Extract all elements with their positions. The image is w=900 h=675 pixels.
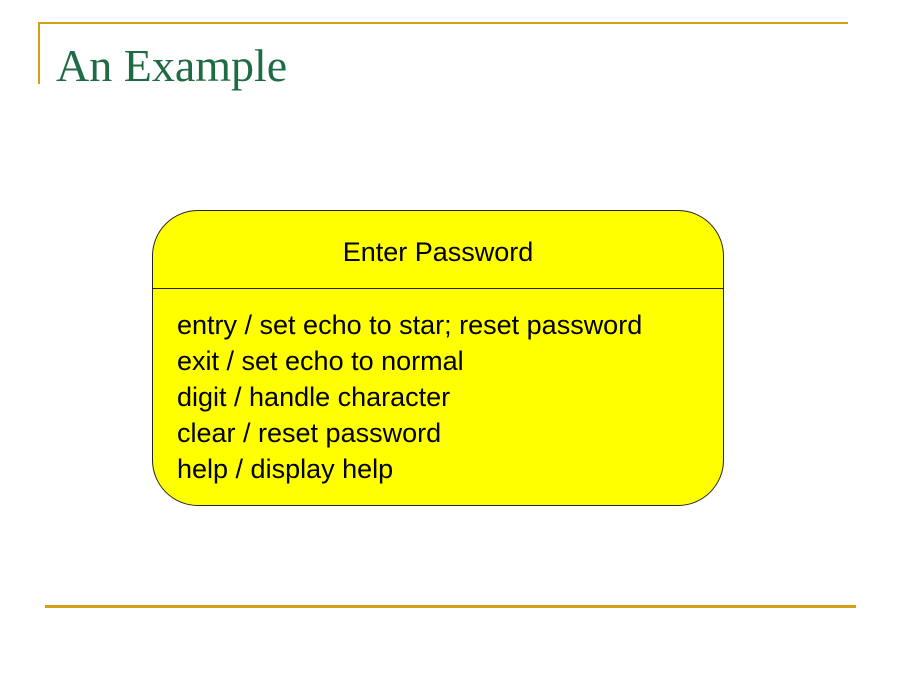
state-action-clear: clear / reset password [177, 418, 442, 448]
state-action-entry: entry / set echo to star; reset password [177, 310, 643, 340]
state-action-digit: digit / handle character [177, 382, 451, 412]
slide-title: An Example [56, 40, 288, 91]
state-action-exit: exit / set echo to normal [177, 346, 464, 376]
state-action-help: help / display help [177, 454, 394, 484]
slide: An Example Enter Password entry / set ec… [0, 0, 900, 675]
state-actions-list: entry / set echo to star; reset password… [153, 289, 723, 487]
top-vertical-rule [38, 22, 40, 84]
state-name: Enter Password [153, 211, 723, 289]
bottom-rule [45, 605, 856, 608]
top-horizontal-rule [38, 22, 848, 24]
state-box: Enter Password entry / set echo to star;… [152, 210, 724, 506]
